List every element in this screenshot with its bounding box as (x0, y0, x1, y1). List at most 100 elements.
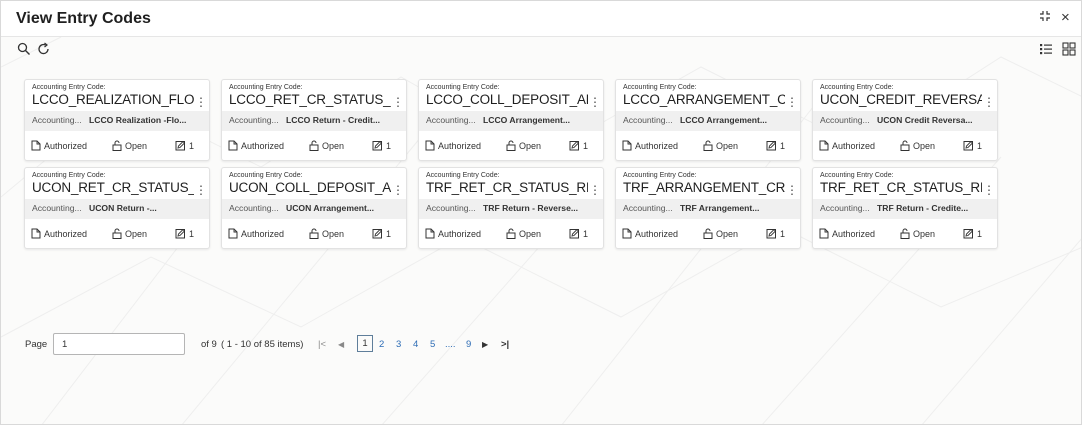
modification-count[interactable]: 1 (569, 228, 588, 239)
authorized-label: Authorized (832, 141, 876, 151)
expand-arrows-icon[interactable] (1039, 9, 1051, 25)
card-entry-code[interactable]: TRF_RET_CR_STATUS_RE... (820, 180, 982, 195)
card-entry-code[interactable]: LCCO_RET_CR_STATUS_R... (229, 92, 391, 107)
entry-code-card[interactable]: Accounting Entry Code: LCCO_REALIZATION_F… (24, 79, 210, 161)
card-code-label: Accounting Entry Code: (623, 84, 697, 91)
card-description-label: Accounting... (32, 115, 82, 125)
entry-code-card[interactable]: Accounting Entry Code: UCON_CREDIT_REVERS… (812, 79, 998, 161)
card-entry-code[interactable]: LCCO_ARRANGEMENT_C... (623, 92, 785, 107)
modification-count[interactable]: 1 (175, 228, 194, 239)
card-more-menu[interactable]: ⋮ (589, 183, 601, 197)
authorized-label: Authorized (438, 141, 482, 151)
card-description-row: Accounting... TRF Return - Credite... (813, 199, 997, 219)
document-icon (228, 228, 241, 239)
title-bar: View Entry Codes × (1, 1, 1081, 37)
authorized-status: Authorized (228, 228, 284, 239)
page-number-input[interactable] (53, 333, 185, 355)
modification-count[interactable]: 1 (963, 228, 982, 239)
modification-count[interactable]: 1 (569, 140, 588, 151)
open-status: Open (506, 228, 541, 239)
first-page-button[interactable]: |< (318, 339, 326, 350)
entry-code-card[interactable]: Accounting Entry Code: TRF_RET_CR_STATUS_… (418, 167, 604, 249)
unlock-icon (506, 228, 519, 239)
open-status: Open (112, 228, 147, 239)
entry-code-card[interactable]: Accounting Entry Code: LCCO_RET_CR_STATUS… (221, 79, 407, 161)
card-more-menu[interactable]: ⋮ (195, 95, 207, 109)
card-more-menu[interactable]: ⋮ (589, 95, 601, 109)
card-description-row: Accounting... LCCO Return - Credit... (222, 111, 406, 131)
unlock-icon (309, 140, 322, 151)
current-page-button[interactable]: 1 (357, 335, 373, 352)
open-label: Open (519, 229, 542, 239)
open-label: Open (913, 141, 936, 151)
list-view-icon[interactable] (1039, 42, 1053, 56)
page-link-9[interactable]: 9 (466, 339, 471, 350)
card-code-label: Accounting Entry Code: (623, 172, 697, 179)
open-label: Open (716, 141, 739, 151)
card-status-row: Authorized Open 1 (419, 227, 603, 243)
open-status: Open (112, 140, 147, 151)
entry-code-card[interactable]: Accounting Entry Code: TRF_RET_CR_STATUS_… (812, 167, 998, 249)
modification-count-value: 1 (189, 229, 195, 239)
authorized-label: Authorized (832, 229, 876, 239)
card-more-menu[interactable]: ⋮ (392, 95, 404, 109)
card-description-row: Accounting... UCON Credit Reversa... (813, 111, 997, 131)
card-more-menu[interactable]: ⋮ (786, 95, 798, 109)
page-ellipsis[interactable]: .... (445, 339, 456, 350)
page-link-4[interactable]: 4 (413, 339, 418, 350)
modification-count[interactable]: 1 (372, 140, 391, 151)
card-description-label: Accounting... (32, 203, 82, 213)
close-button[interactable]: × (1061, 9, 1070, 26)
modification-count[interactable]: 1 (175, 140, 194, 151)
modification-count[interactable]: 1 (372, 228, 391, 239)
card-more-menu[interactable]: ⋮ (392, 183, 404, 197)
authorized-label: Authorized (438, 229, 482, 239)
modification-count-value: 1 (780, 141, 786, 151)
page-link-2[interactable]: 2 (379, 339, 384, 350)
authorized-status: Authorized (425, 140, 481, 151)
previous-page-button[interactable]: ◀ (338, 340, 344, 349)
entry-code-card[interactable]: Accounting Entry Code: UCON_COLL_DEPOSIT_… (221, 167, 407, 249)
card-entry-code[interactable]: UCON_COLL_DEPOSIT_A... (229, 180, 391, 195)
page-link-5[interactable]: 5 (430, 339, 435, 350)
card-status-row: Authorized Open 1 (813, 139, 997, 155)
open-status: Open (309, 140, 344, 151)
modification-count[interactable]: 1 (766, 228, 785, 239)
card-entry-code[interactable]: UCON_RET_CR_STATUS_... (32, 180, 194, 195)
card-description-label: Accounting... (820, 115, 870, 125)
card-entry-code[interactable]: UCON_CREDIT_REVERSA... (820, 92, 982, 107)
view-entry-codes-window: View Entry Codes × Accounting Entry Code… (0, 0, 1082, 425)
card-entry-code[interactable]: TRF_RET_CR_STATUS_RE... (426, 180, 588, 195)
edit-icon (569, 140, 583, 151)
authorized-status: Authorized (31, 140, 87, 151)
open-status: Open (309, 228, 344, 239)
entry-code-card[interactable]: Accounting Entry Code: LCCO_ARRANGEMENT_C… (615, 79, 801, 161)
card-more-menu[interactable]: ⋮ (983, 95, 995, 109)
refresh-icon[interactable] (37, 42, 51, 56)
card-description-label: Accounting... (623, 115, 673, 125)
card-entry-code[interactable]: LCCO_COLL_DEPOSIT_AR... (426, 92, 588, 107)
entry-code-card[interactable]: Accounting Entry Code: LCCO_COLL_DEPOSIT_… (418, 79, 604, 161)
entry-code-card[interactable]: Accounting Entry Code: UCON_RET_CR_STATUS… (24, 167, 210, 249)
card-description-value: UCON Return -... (89, 203, 157, 213)
search-icon[interactable] (17, 42, 31, 56)
edit-icon (766, 228, 780, 239)
modification-count-value: 1 (386, 141, 392, 151)
card-code-label: Accounting Entry Code: (32, 172, 106, 179)
last-page-button[interactable]: >| (501, 339, 509, 350)
page-link-3[interactable]: 3 (396, 339, 401, 350)
modification-count[interactable]: 1 (766, 140, 785, 151)
card-description-row: Accounting... TRF Arrangement... (616, 199, 800, 219)
page-title: View Entry Codes (16, 10, 151, 27)
open-label: Open (322, 141, 345, 151)
card-entry-code[interactable]: TRF_ARRANGEMENT_CR... (623, 180, 785, 195)
card-more-menu[interactable]: ⋮ (983, 183, 995, 197)
entry-code-card[interactable]: Accounting Entry Code: TRF_ARRANGEMENT_CR… (615, 167, 801, 249)
modification-count[interactable]: 1 (963, 140, 982, 151)
card-more-menu[interactable]: ⋮ (195, 183, 207, 197)
grid-view-icon[interactable] (1062, 42, 1076, 56)
card-status-row: Authorized Open 1 (419, 139, 603, 155)
card-more-menu[interactable]: ⋮ (786, 183, 798, 197)
card-entry-code[interactable]: LCCO_REALIZATION_FLOAT (32, 92, 194, 107)
next-page-button[interactable]: ▶ (482, 340, 488, 349)
